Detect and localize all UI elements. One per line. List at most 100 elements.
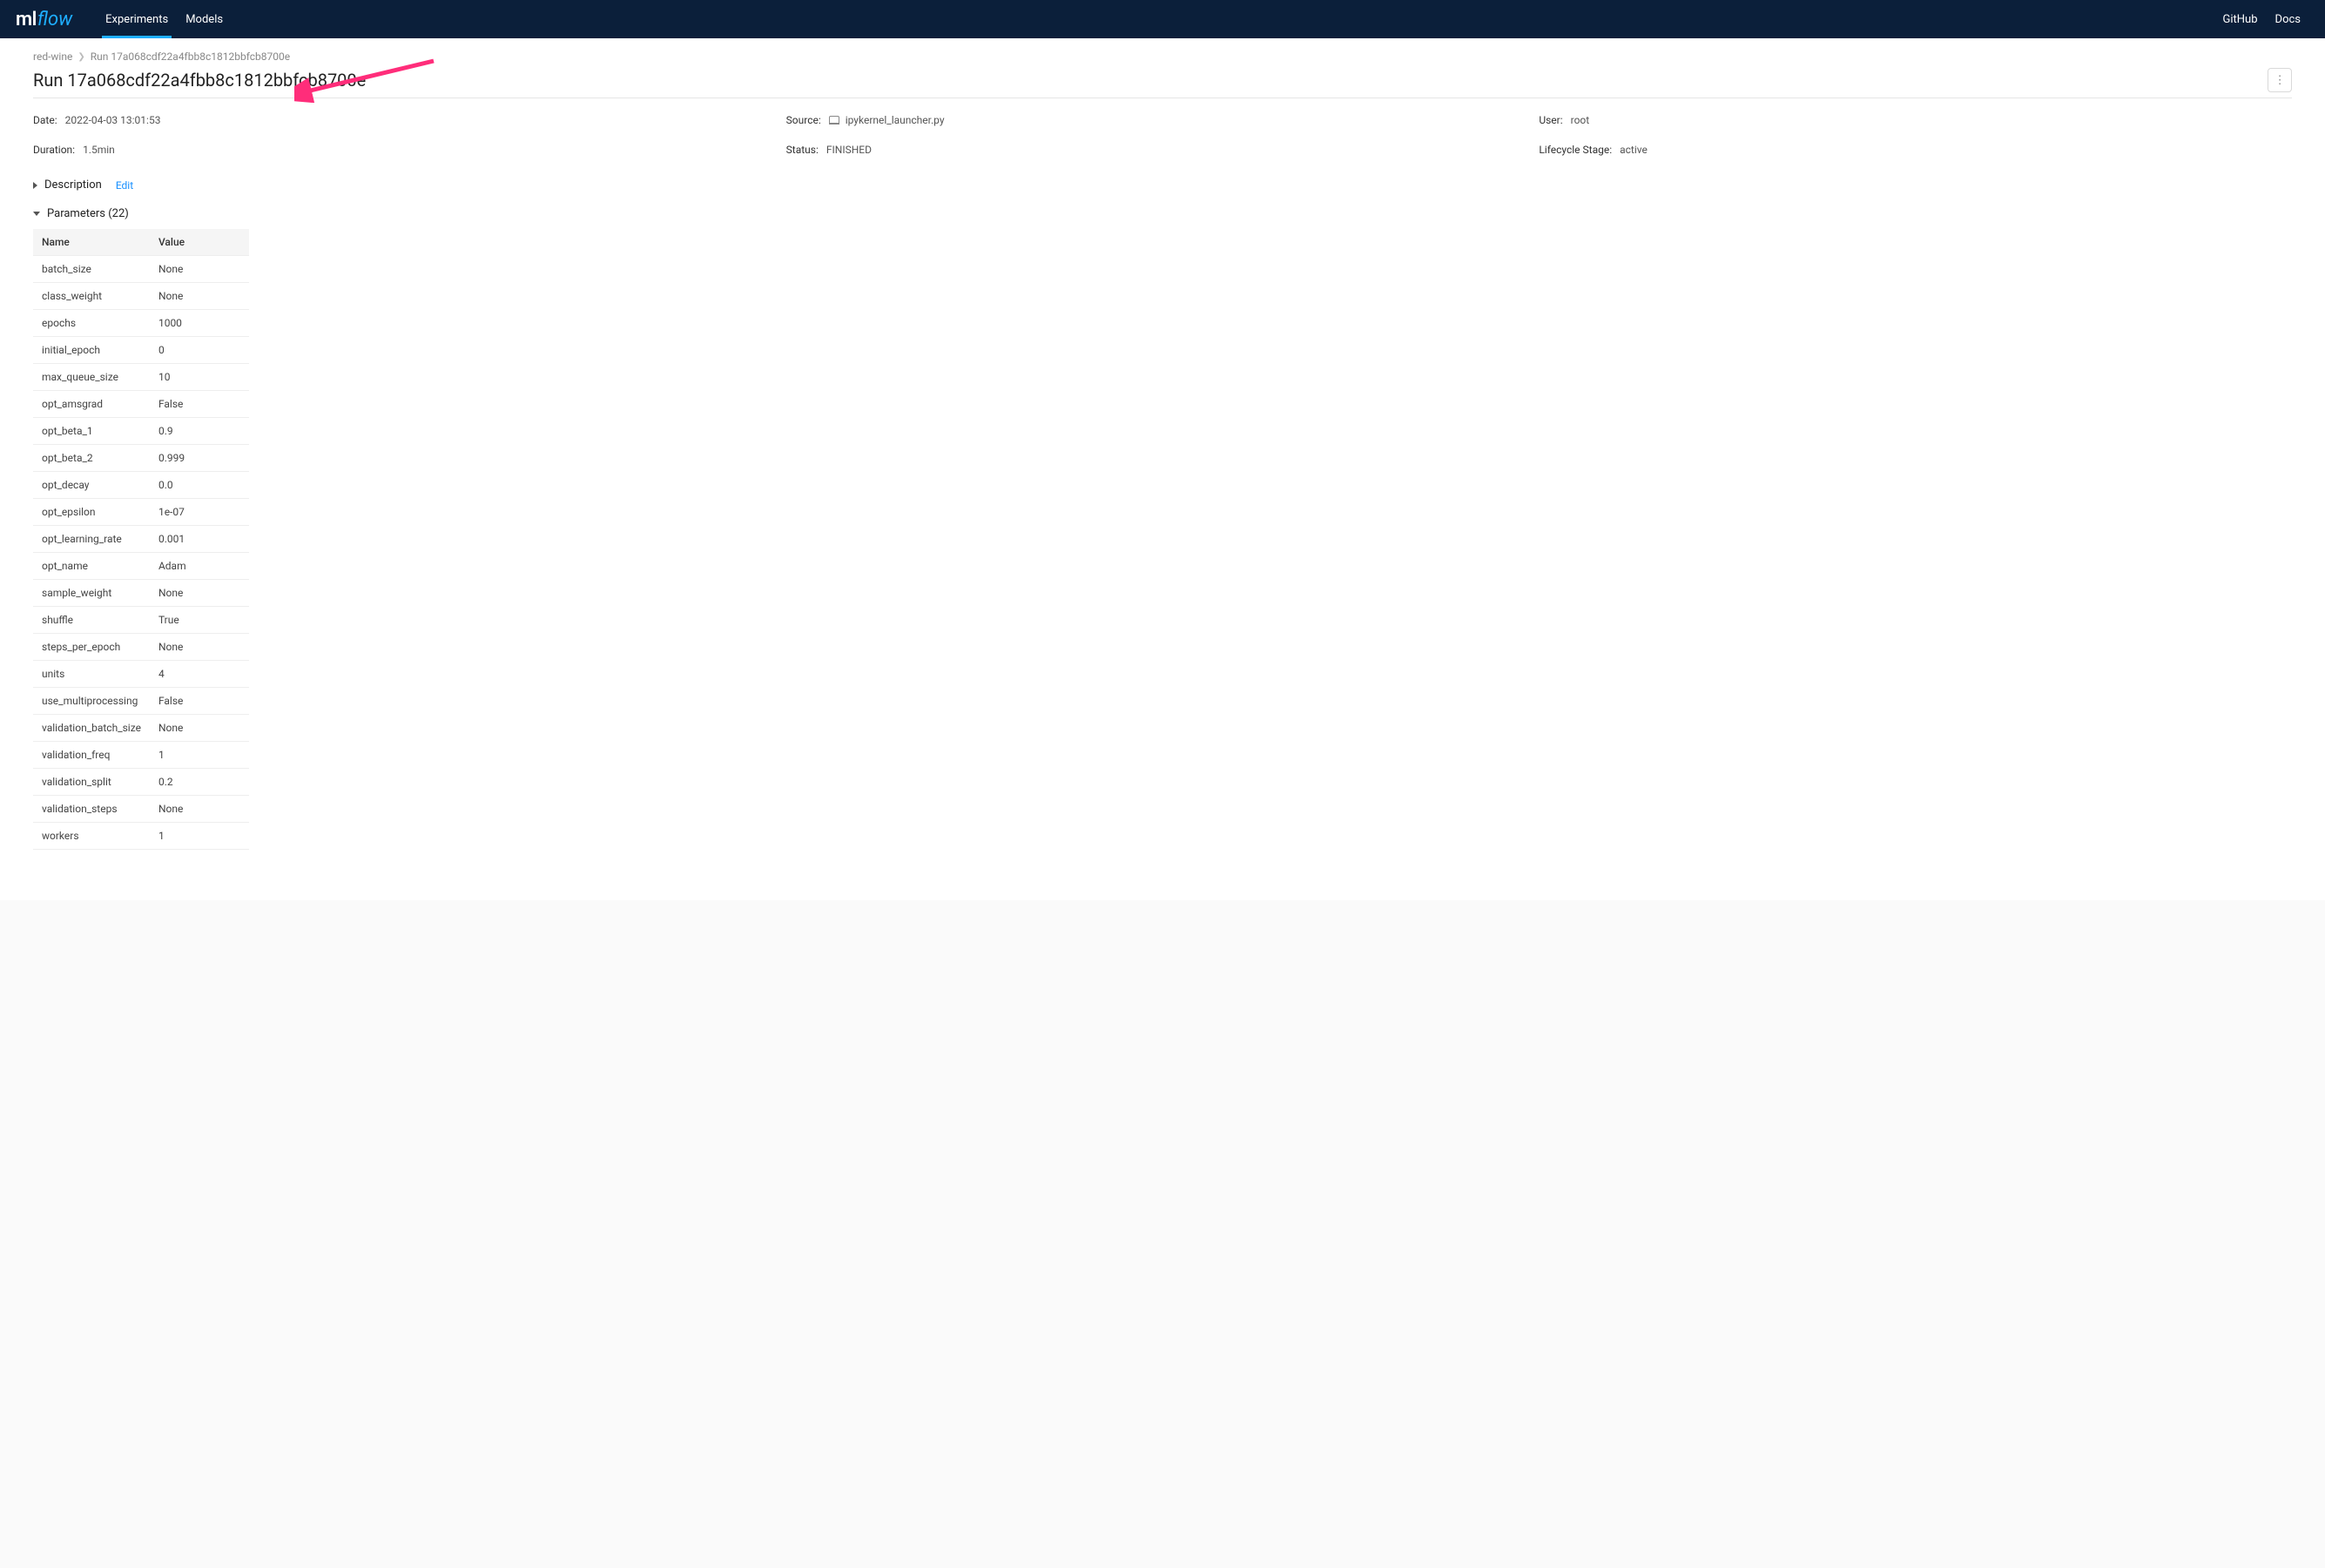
param-value: 1e-07 [150,499,249,526]
info-user-label: User [1539,114,1567,126]
table-row: units4 [33,661,249,688]
breadcrumb: red-wine ❯ Run 17a068cdf22a4fbb8c1812bbf… [33,50,2292,63]
table-row: class_weightNone [33,283,249,310]
param-value: 4 [150,661,249,688]
table-row: batch_sizeNone [33,256,249,283]
param-name: opt_beta_1 [33,418,150,445]
param-value: False [150,391,249,418]
nav-docs[interactable]: Docs [2267,0,2309,38]
section-description-header[interactable]: Description Edit [33,178,2292,192]
param-name: opt_epsilon [33,499,150,526]
param-value: 0.9 [150,418,249,445]
param-value: None [150,283,249,310]
breadcrumb-parent[interactable]: red-wine [33,50,72,63]
param-name: sample_weight [33,580,150,607]
info-source-value: ipykernel_launcher.py [846,114,945,126]
param-name: opt_decay [33,472,150,499]
info-user-value: root [1571,114,1590,126]
param-value: 1 [150,742,249,769]
param-value: None [150,715,249,742]
table-row: opt_beta_20.999 [33,445,249,472]
table-header-row: Name Value [33,229,249,256]
section-description-label: Description [44,178,102,192]
table-row: validation_split0.2 [33,769,249,796]
param-value: True [150,607,249,634]
more-actions-button[interactable]: ⋮ [2268,68,2292,92]
info-lifecycle: Lifecycle Stage active [1539,144,2292,156]
info-duration-label: Duration [33,144,80,156]
page-title: Run 17a068cdf22a4fbb8c1812bbfcb8700e [33,70,366,91]
caret-right-icon [33,182,37,189]
param-value: None [150,796,249,823]
table-row: validation_stepsNone [33,796,249,823]
section-parameters-label: Parameters (22) [47,207,129,220]
param-name: validation_freq [33,742,150,769]
table-row: opt_amsgradFalse [33,391,249,418]
param-name: shuffle [33,607,150,634]
nav-experiments[interactable]: Experiments [97,0,177,38]
section-parameters-header[interactable]: Parameters (22) [33,207,2292,220]
breadcrumb-current: Run 17a068cdf22a4fbb8c1812bbfcb8700e [91,50,290,63]
param-name: use_multiprocessing [33,688,150,715]
param-name: units [33,661,150,688]
param-name: opt_name [33,553,150,580]
table-row: max_queue_size10 [33,364,249,391]
param-name: epochs [33,310,150,337]
info-user: User root [1539,114,2292,126]
info-source-label: Source [786,114,826,126]
laptop-icon [829,116,839,124]
param-name: batch_size [33,256,150,283]
param-name: class_weight [33,283,150,310]
param-name: validation_steps [33,796,150,823]
param-name: validation_split [33,769,150,796]
param-name: workers [33,823,150,850]
param-name: max_queue_size [33,364,150,391]
col-name-header: Name [33,229,150,256]
table-row: workers1 [33,823,249,850]
logo[interactable]: ml flow [16,9,72,30]
param-value: Adam [150,553,249,580]
param-value: False [150,688,249,715]
param-value: 0.0 [150,472,249,499]
table-row: opt_nameAdam [33,553,249,580]
logo-flow: flow [37,9,72,30]
param-value: 0.999 [150,445,249,472]
table-row: epochs1000 [33,310,249,337]
param-name: opt_learning_rate [33,526,150,553]
nav-github[interactable]: GitHub [2214,0,2267,38]
edit-description-link[interactable]: Edit [116,179,133,192]
param-value: 0.2 [150,769,249,796]
param-name: opt_amsgrad [33,391,150,418]
param-value: 0 [150,337,249,364]
info-status-value: FINISHED [826,144,872,156]
info-lifecycle-label: Lifecycle Stage [1539,144,1617,156]
table-row: shuffleTrue [33,607,249,634]
table-row: validation_batch_sizeNone [33,715,249,742]
nav-models[interactable]: Models [177,0,232,38]
param-name: steps_per_epoch [33,634,150,661]
table-row: initial_epoch0 [33,337,249,364]
kebab-icon: ⋮ [2274,73,2285,87]
table-row: opt_epsilon1e-07 [33,499,249,526]
param-value: 1000 [150,310,249,337]
info-date-label: Date [33,114,63,126]
page-content: red-wine ❯ Run 17a068cdf22a4fbb8c1812bbf… [0,38,2325,900]
param-value: None [150,256,249,283]
table-row: opt_learning_rate0.001 [33,526,249,553]
param-value: 10 [150,364,249,391]
table-row: validation_freq1 [33,742,249,769]
top-nav: ml flow Experiments Models GitHub Docs [0,0,2325,38]
nav-links-right: GitHub Docs [2214,0,2309,38]
title-bar: Run 17a068cdf22a4fbb8c1812bbfcb8700e ⋮ [33,68,2292,98]
section-parameters: Parameters (22) Name Value batch_sizeNon… [33,207,2292,850]
logo-ml: ml [16,9,37,30]
table-row: use_multiprocessingFalse [33,688,249,715]
table-row: sample_weightNone [33,580,249,607]
info-duration: Duration 1.5min [33,144,786,156]
param-name: initial_epoch [33,337,150,364]
caret-down-icon [33,212,40,216]
table-row: steps_per_epochNone [33,634,249,661]
parameters-table: Name Value batch_sizeNoneclass_weightNon… [33,229,249,850]
info-date-value: 2022-04-03 13:01:53 [65,114,161,126]
info-status-label: Status [786,144,824,156]
